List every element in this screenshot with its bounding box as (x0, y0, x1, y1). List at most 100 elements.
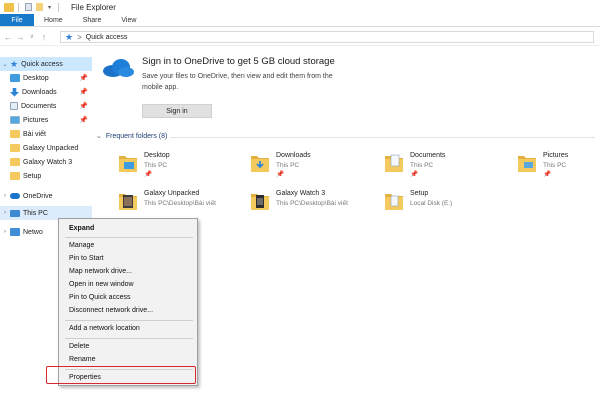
recent-locations-chevron-icon[interactable]: ∨ (26, 33, 38, 40)
menu-item-delete[interactable]: Delete (59, 340, 197, 353)
folder-location: This PC (276, 162, 300, 169)
desktop-folder-icon (10, 74, 20, 82)
onedrive-banner-description: Save your files to OneDrive, then view a… (142, 73, 333, 91)
folder-icon (119, 194, 137, 210)
pin-icon: 📌 (276, 171, 285, 178)
menu-divider (65, 320, 193, 321)
menu-item-rename[interactable]: Rename (59, 353, 197, 366)
frequent-folders-header[interactable]: ⌄ Frequent folders (8) (96, 132, 168, 141)
breadcrumb[interactable]: Quick access (86, 34, 128, 41)
customize-toolbar-chevron-icon[interactable]: ▾ (48, 4, 51, 11)
divider (58, 2, 60, 12)
forward-arrow-icon[interactable]: → (14, 32, 26, 42)
menu-item-map-network-drive[interactable]: Map network drive... (59, 265, 197, 278)
back-arrow-icon[interactable]: ← (2, 32, 14, 42)
pin-icon: 📌 (543, 171, 552, 178)
expand-caret-icon[interactable]: ⌄ (0, 61, 10, 68)
divider (18, 2, 19, 12)
nav-item-label: Documents (21, 102, 57, 110)
nav-item-label: Galaxy Watch 3 (23, 158, 73, 166)
pictures-folder-icon (518, 156, 536, 172)
folder-location: This PC\Desktop\Bài viết (144, 200, 216, 207)
address-bar-row: ← → ∨ ↑ ★ > Quick access (0, 28, 600, 46)
nav-item-galaxy-watch-3[interactable]: Galaxy Watch 3 (0, 155, 92, 169)
folder-tile-setup[interactable]: Setup Local Disk (E:) (384, 190, 514, 216)
folder-icon (385, 194, 403, 210)
folder-name: Downloads (276, 152, 311, 159)
folder-name: Galaxy Watch 3 (276, 190, 326, 197)
properties-icon[interactable] (25, 3, 32, 11)
expand-caret-icon[interactable]: › (0, 210, 10, 216)
tab-view[interactable]: View (111, 14, 146, 26)
documents-folder-icon (385, 154, 403, 172)
pin-icon: 📌 (79, 117, 88, 124)
folder-location: This PC (543, 162, 567, 169)
folder-tile-pictures[interactable]: Pictures This PC 📌 (517, 152, 597, 178)
new-folder-icon[interactable] (36, 3, 43, 11)
folder-name: Galaxy Unpacked (144, 190, 200, 197)
nav-item-bai-viet[interactable]: Bài viết (0, 127, 92, 141)
address-field[interactable]: ★ > Quick access (60, 31, 594, 43)
sign-in-button[interactable]: Sign in (142, 104, 212, 118)
nav-item-downloads[interactable]: Downloads 📌 (0, 85, 92, 99)
documents-folder-icon (10, 102, 18, 110)
nav-item-label: Galaxy Unpacked (23, 144, 79, 152)
file-explorer-icon (4, 2, 14, 12)
folder-icon (10, 172, 20, 180)
nav-item-desktop[interactable]: Desktop 📌 (0, 71, 92, 85)
folder-tile-downloads[interactable]: Downloads This PC 📌 (250, 152, 380, 178)
nav-network[interactable]: › Netwo (0, 225, 58, 239)
expand-caret-icon[interactable]: › (0, 229, 10, 235)
nav-item-label: Pictures (23, 116, 49, 124)
tab-share[interactable]: Share (73, 14, 112, 26)
breadcrumb-chevron: > (77, 32, 82, 42)
tab-file[interactable]: File (0, 14, 34, 26)
window-title: File Explorer (71, 2, 116, 12)
nav-item-setup[interactable]: Setup (0, 169, 92, 183)
nav-item-label: This PC (23, 209, 48, 217)
divider (170, 137, 595, 138)
folder-icon (10, 144, 20, 152)
folder-icon (10, 130, 20, 138)
tab-home[interactable]: Home (34, 14, 73, 26)
nav-item-label: OneDrive (23, 192, 53, 200)
menu-item-open-in-new-window[interactable]: Open in new window (59, 278, 197, 291)
menu-item-add-network-location[interactable]: Add a network location (59, 322, 197, 335)
menu-item-manage[interactable]: Manage (59, 239, 197, 252)
menu-item-expand[interactable]: Expand (59, 222, 197, 235)
context-menu: Expand Manage Pin to Start Map network d… (58, 218, 198, 386)
nav-quick-access[interactable]: ⌄ ★ Quick access (0, 57, 92, 71)
pin-icon: 📌 (144, 171, 153, 178)
section-title: Frequent folders (8) (105, 132, 168, 140)
downloads-folder-icon (10, 87, 19, 97)
onedrive-cloud-icon (103, 59, 134, 77)
pin-icon: 📌 (79, 103, 88, 110)
menu-item-disconnect-network-drive[interactable]: Disconnect network drive... (59, 304, 197, 317)
this-pc-monitor-icon (10, 209, 20, 217)
collapse-chevron-icon[interactable]: ⌄ (96, 132, 102, 140)
nav-item-label: Downloads (22, 88, 57, 96)
pin-icon: 📌 (79, 89, 88, 96)
folder-name: Setup (410, 190, 429, 197)
folder-icon (251, 194, 269, 210)
nav-item-galaxy-unpacked[interactable]: Galaxy Unpacked (0, 141, 92, 155)
pictures-folder-icon (10, 116, 20, 124)
network-icon (10, 228, 20, 236)
quick-access-star-icon: ★ (65, 31, 74, 42)
folder-tile-galaxy-watch-3[interactable]: Galaxy Watch 3 This PC\Desktop\Bài viết (250, 190, 380, 216)
folder-tile-galaxy-unpacked[interactable]: Galaxy Unpacked This PC\Desktop\Bài viết (118, 190, 248, 216)
expand-caret-icon[interactable]: › (0, 193, 10, 199)
nav-onedrive[interactable]: › OneDrive (0, 189, 92, 203)
folder-tile-documents[interactable]: Documents This PC 📌 (384, 152, 514, 178)
nav-item-label: Netwo (23, 228, 43, 236)
menu-item-pin-to-quick-access[interactable]: Pin to Quick access (59, 291, 197, 304)
menu-item-pin-to-start[interactable]: Pin to Start (59, 252, 197, 265)
folder-tile-desktop[interactable]: Desktop This PC 📌 (118, 152, 248, 178)
nav-item-label: Setup (23, 172, 42, 180)
menu-divider (65, 237, 193, 238)
quick-access-star-icon: ★ (10, 58, 19, 69)
onedrive-banner-title: Sign in to OneDrive to get 5 GB cloud st… (142, 56, 335, 67)
nav-item-pictures[interactable]: Pictures 📌 (0, 113, 92, 127)
up-arrow-icon[interactable]: ↑ (38, 32, 50, 42)
nav-item-documents[interactable]: Documents 📌 (0, 99, 92, 113)
